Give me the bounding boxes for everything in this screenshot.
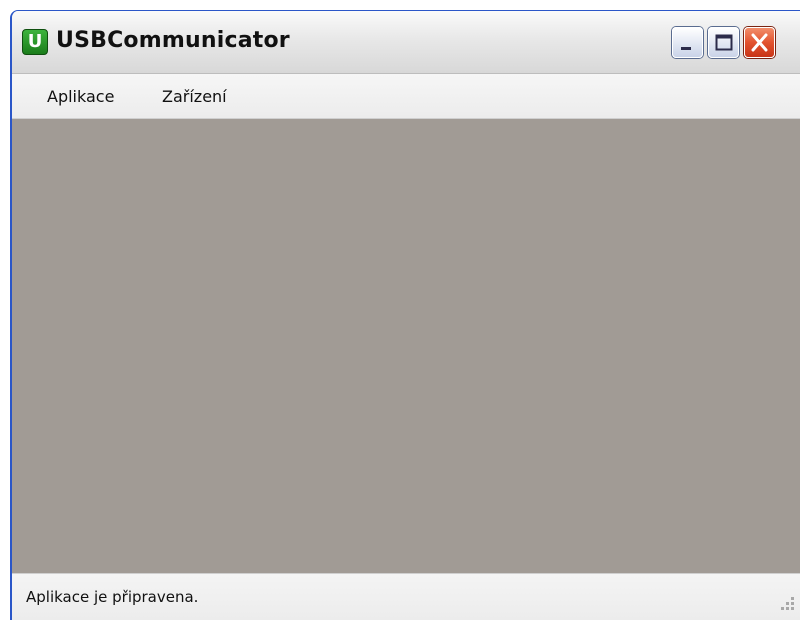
menu-zarizeni[interactable]: Zařízení xyxy=(162,87,227,106)
client-area xyxy=(12,119,800,573)
maximize-button[interactable] xyxy=(708,27,739,58)
menu-bar: Aplikace Zařízení xyxy=(12,74,800,119)
title-bar[interactable]: U USBCommunicator xyxy=(12,11,800,74)
app-window: U USBCommunicator Aplikace Zařízení Apli… xyxy=(10,10,800,620)
menu-aplikace[interactable]: Aplikace xyxy=(47,87,114,106)
window-title: USBCommunicator xyxy=(56,28,290,53)
minimize-button[interactable] xyxy=(672,27,703,58)
status-bar: Aplikace je připravena. xyxy=(12,573,800,620)
app-icon[interactable]: U xyxy=(22,29,48,55)
close-icon xyxy=(751,33,768,52)
resize-grip-icon[interactable] xyxy=(774,590,798,614)
maximize-icon xyxy=(715,34,733,51)
minimize-icon xyxy=(681,47,691,50)
close-button[interactable] xyxy=(744,27,775,58)
status-text: Aplikace je připravena. xyxy=(26,588,199,606)
